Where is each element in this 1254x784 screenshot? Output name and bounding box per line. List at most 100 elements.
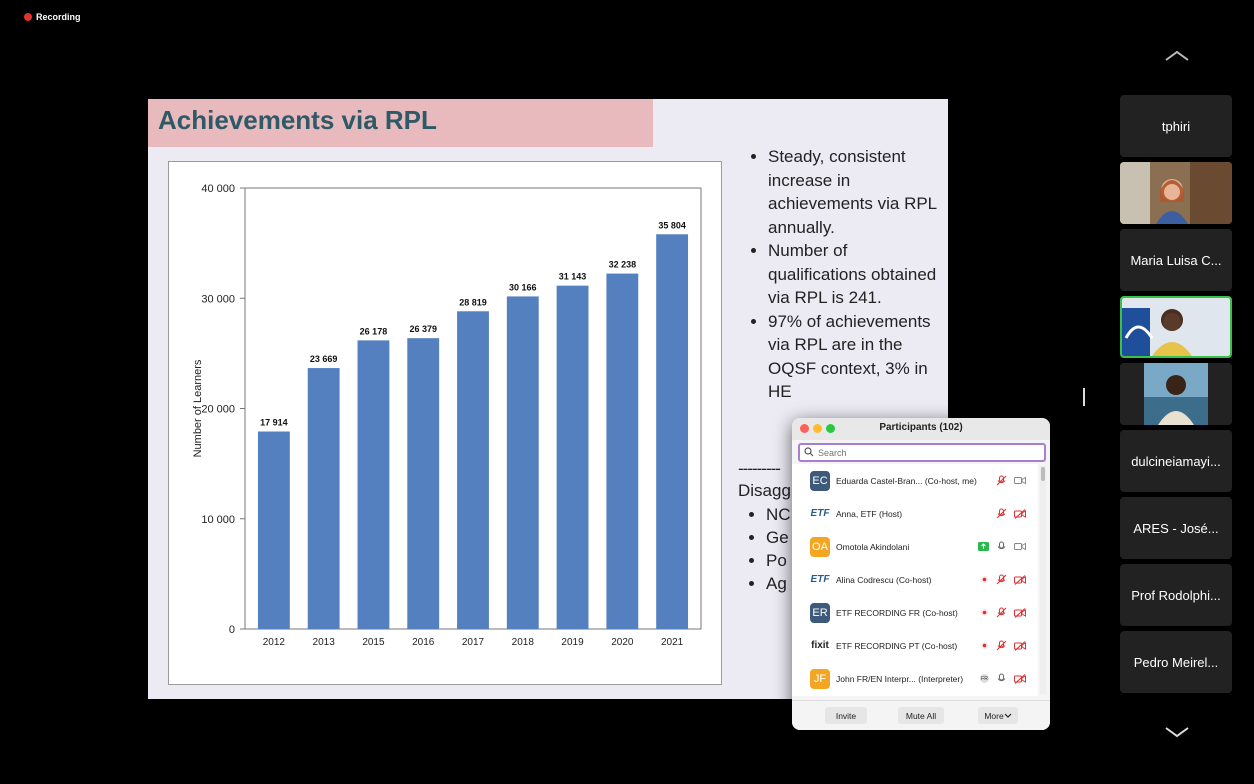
- y-axis-label: Number of Learners: [192, 359, 204, 457]
- participants-list: EC Eduarda Castel-Bran... (Co-host, me) ET…: [792, 464, 1038, 696]
- participant-row[interactable]: ER ETF RECORDING FR (Co-host): [792, 596, 1038, 629]
- video-off-icon[interactable]: [1014, 508, 1026, 519]
- participant-row[interactable]: EC Eduarda Castel-Bran... (Co-host, me): [792, 464, 1038, 497]
- record-icon[interactable]: [980, 608, 989, 617]
- gallery-tile[interactable]: Pedro Meirel...: [1120, 631, 1232, 693]
- chevron-down-icon[interactable]: [1162, 722, 1192, 742]
- gallery-tile[interactable]: Prof Rodolphi...: [1120, 564, 1232, 626]
- chevron-up-icon[interactable]: [1162, 46, 1192, 66]
- gallery-tile[interactable]: ARES - José...: [1120, 497, 1232, 559]
- video-off-icon[interactable]: [1014, 673, 1026, 684]
- x-tick-label: 2020: [611, 637, 634, 648]
- invite-button[interactable]: Invite: [825, 707, 867, 724]
- search-icon: [804, 447, 814, 457]
- x-tick-label: 2013: [313, 637, 336, 648]
- mic-muted-icon[interactable]: [996, 508, 1007, 519]
- bar-value-label: 17 914: [260, 417, 288, 427]
- disagg-item: Po: [766, 549, 791, 572]
- bar-value-label: 28 819: [459, 297, 487, 307]
- x-tick-label: 2012: [263, 637, 286, 648]
- x-tick-label: 2018: [512, 637, 535, 648]
- text-cursor: [1083, 388, 1085, 406]
- y-tick-label: 40 000: [201, 183, 235, 195]
- record-icon[interactable]: [980, 575, 989, 584]
- video-icon[interactable]: [1014, 542, 1026, 551]
- mic-icon[interactable]: [996, 541, 1007, 552]
- participant-row[interactable]: fixit ETF RECORDING PT (Co-host): [792, 629, 1038, 662]
- participant-row[interactable]: JF John FR/EN Interpr... (Interpreter) FR: [792, 662, 1038, 695]
- gallery-tile-active-speaker[interactable]: [1120, 296, 1232, 358]
- gallery-tile-video[interactable]: [1120, 162, 1232, 224]
- list-scrollbar[interactable]: [1040, 466, 1046, 694]
- bar-value-label: 30 166: [509, 282, 537, 292]
- participant-status-icons: [978, 541, 1026, 552]
- participant-row[interactable]: ETF Anna, ETF (Host): [792, 497, 1038, 530]
- tile-name: ARES - José...: [1133, 520, 1219, 536]
- participant-avatar: ETF: [810, 574, 830, 585]
- slide-bullets: Steady, consistent increase in achieveme…: [736, 145, 946, 404]
- participant-video-icon: [1120, 162, 1232, 224]
- recording-dot-icon: [24, 13, 32, 21]
- gallery-tile[interactable]: Maria Luisa C...: [1120, 229, 1232, 291]
- participant-row[interactable]: ETF Alina Codrescu (Co-host): [792, 563, 1038, 596]
- video-off-icon[interactable]: [1014, 640, 1026, 651]
- tile-name: tphiri: [1161, 118, 1191, 134]
- video-off-icon[interactable]: [1014, 574, 1026, 585]
- participant-status-icons: FR: [980, 673, 1026, 684]
- participants-panel: Participants (102) EC Eduarda Castel-Bran…: [792, 418, 1050, 730]
- gallery-tile[interactable]: tphiri: [1120, 95, 1232, 157]
- chart-bar: [257, 431, 290, 629]
- participant-avatar: JF: [810, 668, 830, 689]
- chart-bar: [407, 338, 440, 629]
- participant-avatar: ER: [810, 602, 830, 623]
- bullet-item: Steady, consistent increase in achieveme…: [768, 145, 946, 239]
- mic-muted-icon[interactable]: [996, 475, 1007, 486]
- participant-status-icons: [996, 508, 1026, 519]
- more-button[interactable]: More: [978, 707, 1018, 724]
- participant-video-icon: [1122, 298, 1230, 356]
- video-off-icon[interactable]: [1014, 607, 1026, 618]
- mic-muted-icon[interactable]: [996, 574, 1007, 585]
- mute-all-button[interactable]: Mute All: [898, 707, 944, 724]
- participant-search[interactable]: [798, 443, 1046, 462]
- participant-video-icon: [1120, 363, 1232, 425]
- gallery-tile-video[interactable]: [1120, 363, 1232, 425]
- x-tick-label: 2016: [412, 637, 435, 648]
- participant-name: Omotola Akindolani: [836, 541, 910, 552]
- chart-bar: [307, 368, 340, 629]
- bar-value-label: 26 178: [360, 326, 388, 336]
- bullet-item: Number of qualifications obtained via RP…: [768, 239, 946, 310]
- participant-name: ETF RECORDING FR (Co-host): [836, 607, 958, 618]
- x-tick-label: 2021: [661, 637, 684, 648]
- panel-titlebar[interactable]: Participants (102): [792, 418, 1050, 440]
- participant-avatar: EC: [810, 470, 830, 491]
- mic-muted-icon[interactable]: [996, 607, 1007, 618]
- share-screen-icon[interactable]: [978, 542, 989, 551]
- gallery-tile[interactable]: dulcineiamayi...: [1120, 430, 1232, 492]
- list-scroll-thumb[interactable]: [1041, 467, 1045, 481]
- x-tick-label: 2017: [462, 637, 485, 648]
- disagg-item: Ge: [766, 526, 791, 549]
- language-badge: FR: [980, 674, 989, 683]
- participant-avatar: ETF: [810, 508, 830, 519]
- chart-svg: 0 10 000 20 000 30 000 40 000 17 914 2012 23 66…: [192, 183, 702, 648]
- bar-value-label: 23 669: [310, 354, 338, 364]
- tile-name: Prof Rodolphi...: [1131, 587, 1221, 603]
- participant-status-icons: [980, 574, 1026, 585]
- search-input[interactable]: [818, 445, 1038, 460]
- slide-separator: ---------: [738, 459, 781, 478]
- chevron-down-icon: [1004, 713, 1012, 718]
- disagg-item: NC: [766, 503, 791, 526]
- chart-bar: [606, 273, 639, 629]
- mic-muted-icon[interactable]: [996, 640, 1007, 651]
- participant-name: Eduarda Castel-Bran... (Co-host, me): [836, 475, 977, 486]
- bullet-item: 97% of achievements via RPL are in the O…: [768, 310, 946, 404]
- mic-icon[interactable]: [996, 673, 1007, 684]
- record-icon[interactable]: [980, 641, 989, 650]
- participant-row[interactable]: OA Omotola Akindolani: [792, 530, 1038, 563]
- tile-name: Pedro Meirel...: [1133, 654, 1219, 670]
- slide-title: Achievements via RPL: [158, 105, 437, 135]
- chart-bar: [506, 296, 539, 629]
- video-icon[interactable]: [1014, 476, 1026, 485]
- chart-bar: [457, 311, 489, 629]
